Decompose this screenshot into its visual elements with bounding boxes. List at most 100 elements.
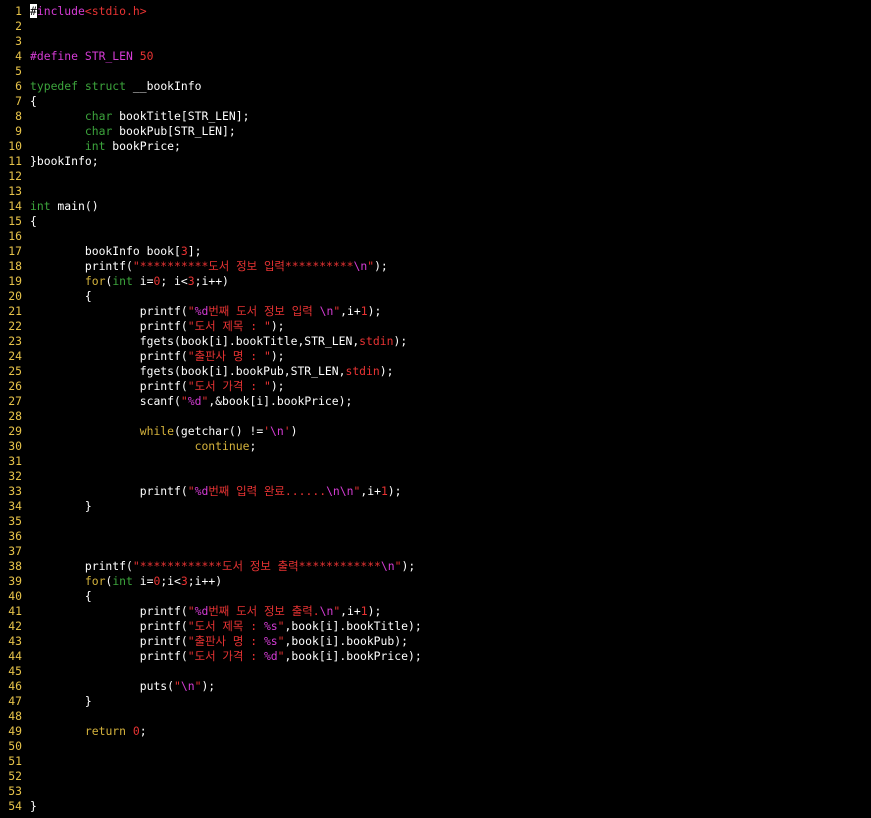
line-code[interactable]: typedef struct __bookInfo [30,79,201,94]
code-token: ); [401,559,416,573]
line-code[interactable]: bookInfo book[3]; [30,244,202,259]
line-code[interactable]: int main() [30,199,99,214]
line-code[interactable]: }bookInfo; [30,154,99,169]
code-line[interactable]: 17 bookInfo book[3]; [0,244,871,259]
code-line[interactable]: 32 [0,469,871,484]
code-line[interactable]: 30 continue; [0,439,871,454]
line-code[interactable]: int bookPrice; [30,139,181,154]
code-line[interactable]: 35 [0,514,871,529]
code-editor[interactable]: 1 #include<stdio.h> 2 3 4 #define STR_LEN 50 5… [0,4,871,818]
line-code[interactable]: printf("%d번째 입력 완료......\n\n",i+1); [30,484,402,499]
code-line[interactable]: 48 [0,709,871,724]
line-code[interactable]: printf("도서 가격 : %d",book[i].bookPrice); [30,649,422,664]
code-line[interactable]: 6 typedef struct __bookInfo [0,79,871,94]
line-code[interactable]: } [30,694,92,709]
line-code[interactable]: return 0; [30,724,147,739]
line-code[interactable]: while(getchar() !='\n') [30,424,298,439]
line-number: 50 [8,739,22,753]
code-line[interactable]: 54} [0,799,871,814]
line-code[interactable]: scanf("%d",&book[i].bookPrice); [30,394,353,409]
line-code[interactable]: char bookPub[STR_LEN]; [30,124,236,139]
code-line[interactable]: 25 fgets(book[i].bookPub,STR_LEN,stdin); [0,364,871,379]
code-line[interactable]: 20 { [0,289,871,304]
code-line[interactable]: 10 int bookPrice; [0,139,871,154]
code-line[interactable]: 26 printf("도서 가격 : "); [0,379,871,394]
code-line[interactable]: 19 for(int i=0; i<3;i++) [0,274,871,289]
code-line[interactable]: 34 } [0,499,871,514]
line-code[interactable]: #define STR_LEN 50 [30,49,153,64]
code-line[interactable]: 46 puts("\n"); [0,679,871,694]
code-line[interactable]: 15 { [0,214,871,229]
code-line[interactable]: 2 [0,19,871,34]
code-line[interactable]: 37 [0,544,871,559]
line-code[interactable]: printf("************도서 정보 출력************… [30,559,415,574]
line-code[interactable]: printf("%d번째 도서 정보 출력.\n",i+1); [30,604,382,619]
code-line[interactable]: 38 printf("************도서 정보 출력*********… [0,559,871,574]
code-line[interactable]: 50 [0,739,871,754]
line-number: 48 [8,709,22,723]
code-line[interactable]: 43 printf("출판사 명 : %s",book[i].bookPub); [0,634,871,649]
line-code[interactable]: printf("**********도서 정보 입력**********\n")… [30,259,388,274]
code-line[interactable]: 14 int main() [0,199,871,214]
line-code[interactable]: puts("\n"); [30,679,215,694]
code-line[interactable]: 9 char bookPub[STR_LEN]; [0,124,871,139]
code-line[interactable]: 27 scanf("%d",&book[i].bookPrice); [0,394,871,409]
line-code[interactable]: continue; [30,439,257,454]
code-line[interactable]: 24 printf("출판사 명 : "); [0,349,871,364]
code-line[interactable]: 16 [0,229,871,244]
line-code[interactable]: char bookTitle[STR_LEN]; [30,109,250,124]
code-token: 3 [180,574,188,588]
code-line[interactable]: 22 printf("도서 제목 : "); [0,319,871,334]
code-line[interactable]: 42 printf("도서 제목 : %s",book[i].bookTitle… [0,619,871,634]
line-code[interactable]: printf("출판사 명 : "); [30,349,285,364]
line-code[interactable]: { [30,289,92,304]
code-line[interactable]: 51 [0,754,871,769]
code-line[interactable]: 45 [0,664,871,679]
line-code[interactable]: #include<stdio.h> [30,4,147,19]
code-line[interactable]: 23 fgets(book[i].bookTitle,STR_LEN,stdin… [0,334,871,349]
line-code[interactable]: printf("도서 가격 : "); [30,379,285,394]
code-token: bookPub[STR_LEN]; [112,124,236,138]
line-number: 9 [15,124,22,138]
code-line[interactable]: 39 for(int i=0;i<3;i++) [0,574,871,589]
code-line[interactable]: 29 while(getchar() !='\n') [0,424,871,439]
line-code[interactable]: { [30,94,37,109]
code-line[interactable]: 4 #define STR_LEN 50 [0,49,871,64]
code-line[interactable]: 1 #include<stdio.h> [0,4,871,19]
code-line[interactable]: 52 [0,769,871,784]
code-line[interactable]: 18 printf("**********도서 정보 입력**********\… [0,259,871,274]
code-line[interactable]: 53 [0,784,871,799]
code-line[interactable]: 36 [0,529,871,544]
line-code[interactable]: printf("도서 제목 : "); [30,319,285,334]
code-line[interactable]: 44 printf("도서 가격 : %d",book[i].bookPrice… [0,649,871,664]
line-code[interactable]: for(int i=0; i<3;i++) [30,274,229,289]
code-line[interactable]: 28 [0,409,871,424]
line-number: 45 [8,664,22,678]
line-code[interactable]: fgets(book[i].bookPub,STR_LEN,stdin); [30,364,394,379]
code-line[interactable]: 5 [0,64,871,79]
code-token: printf( [30,379,188,393]
line-code[interactable]: printf("도서 제목 : %s",book[i].bookTitle); [30,619,422,634]
code-line[interactable]: 8 char bookTitle[STR_LEN]; [0,109,871,124]
line-code[interactable]: for(int i=0;i<3;i++) [30,574,222,589]
code-line[interactable]: 47 } [0,694,871,709]
line-code[interactable]: { [30,214,37,229]
code-line[interactable]: 11}bookInfo; [0,154,871,169]
line-code[interactable]: } [30,799,37,814]
line-code[interactable]: fgets(book[i].bookTitle,STR_LEN,stdin); [30,334,407,349]
code-line[interactable]: 33 printf("%d번째 입력 완료......\n\n",i+1); [0,484,871,499]
code-line[interactable]: 7{ [0,94,871,109]
line-code[interactable]: { [30,589,92,604]
text-cursor: # [30,4,37,18]
line-code[interactable]: } [30,499,92,514]
code-line[interactable]: 13 [0,184,871,199]
code-line[interactable]: 41 printf("%d번째 도서 정보 출력.\n",i+1); [0,604,871,619]
code-line[interactable]: 12 [0,169,871,184]
code-line[interactable]: 3 [0,34,871,49]
line-code[interactable]: printf("출판사 명 : %s",book[i].bookPub); [30,634,408,649]
code-line[interactable]: 40 { [0,589,871,604]
code-line[interactable]: 31 [0,454,871,469]
code-line[interactable]: 49 return 0; [0,724,871,739]
code-line[interactable]: 21 printf("%d번째 도서 정보 입력 \n",i+1); [0,304,871,319]
line-code[interactable]: printf("%d번째 도서 정보 입력 \n",i+1); [30,304,382,319]
